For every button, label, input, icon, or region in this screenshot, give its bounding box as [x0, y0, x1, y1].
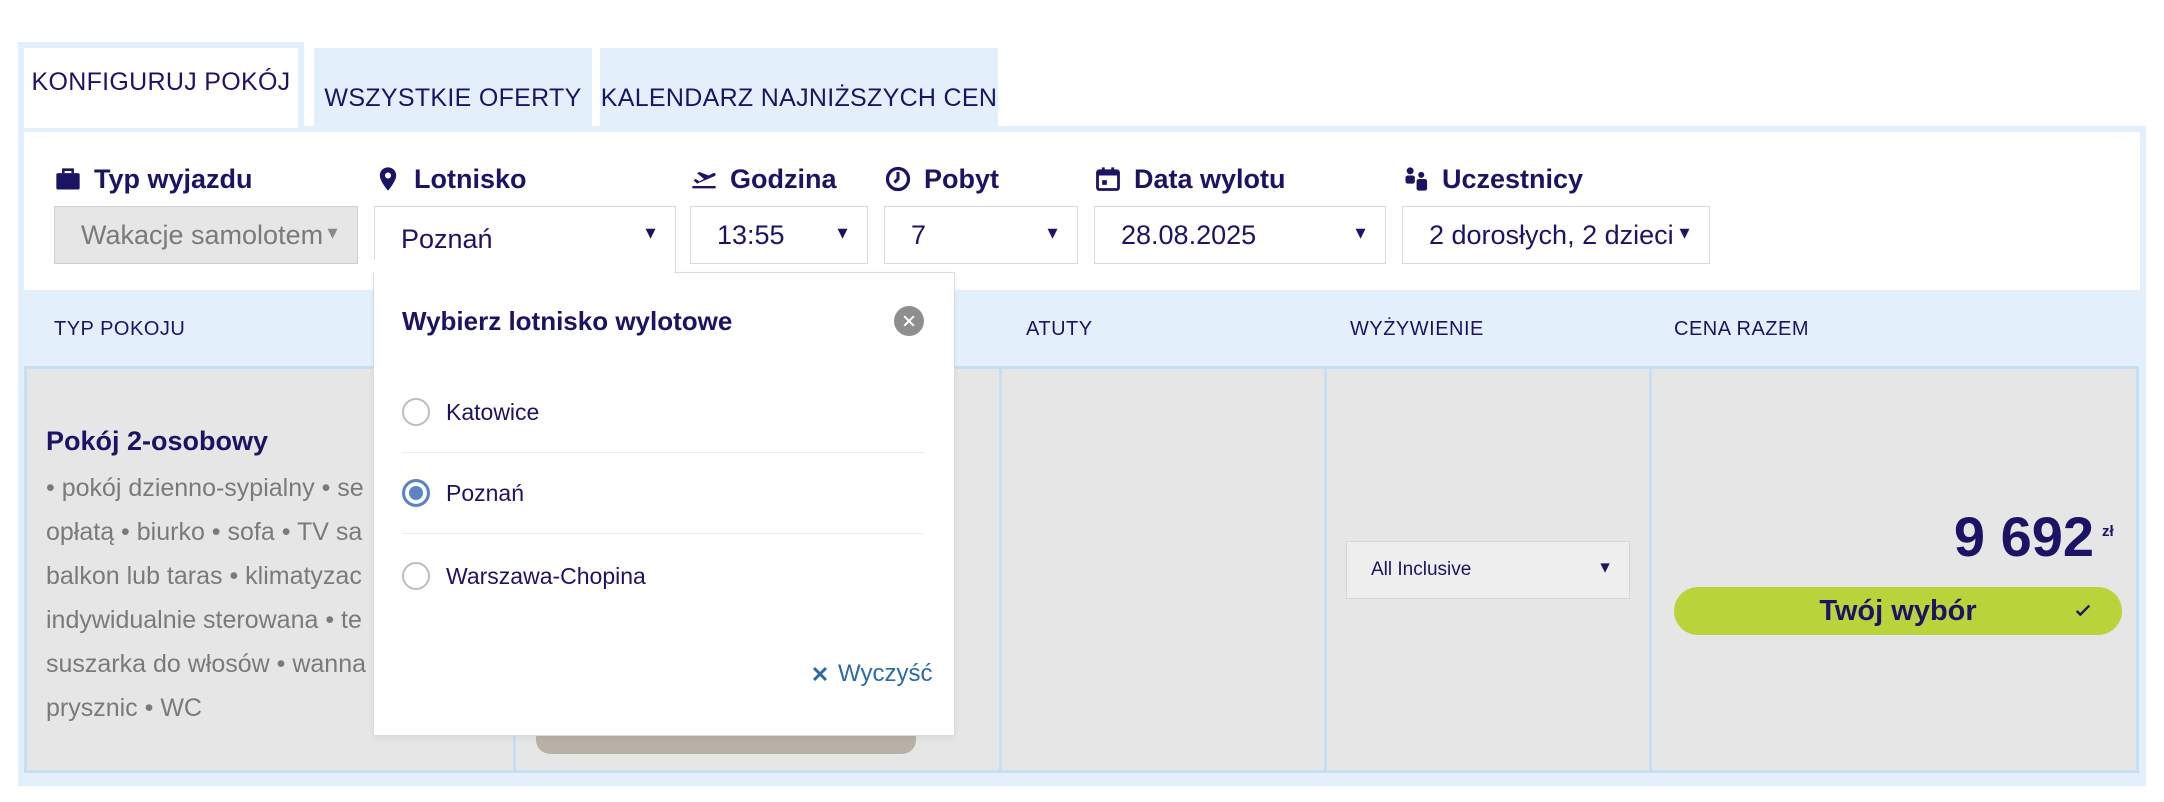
tab-label: KALENDARZ NAJNIŻSZYCH CEN [600, 83, 998, 112]
tab-label: KONFIGURUJ POKÓJ [31, 67, 291, 96]
tab-lowest-price-calendar[interactable]: KALENDARZ NAJNIŻSZYCH CEN [600, 48, 998, 134]
price-cell [1649, 366, 2139, 773]
date-select[interactable]: 28.08.2025 ▼ [1094, 206, 1386, 264]
tab-label: WSZYSTKIE OFERTY [324, 83, 582, 112]
close-icon[interactable] [894, 306, 924, 336]
airport-option-poznan[interactable]: Poznań [402, 473, 524, 513]
option-label: Katowice [446, 398, 540, 425]
select-value: Poznań [401, 224, 493, 254]
participants-label: Uczestnicy [1402, 160, 1583, 198]
chevron-down-icon: ▼ [642, 223, 659, 243]
plane-departure-icon [692, 172, 716, 189]
price-currency: zł [2102, 523, 2114, 540]
clear-label: Wyczyść [838, 660, 933, 687]
trip-type-label: Typ wyjazdu [54, 160, 253, 198]
clear-button[interactable]: Wyczyść [812, 660, 932, 688]
chevron-down-icon: ▼ [834, 223, 851, 243]
chevron-down-icon: ▼ [1044, 223, 1061, 243]
header-room-type: TYP POKOJU [54, 318, 186, 340]
airport-option-katowice[interactable]: Katowice [402, 392, 539, 432]
radio-button[interactable] [402, 562, 430, 590]
header-price: CENA RAZEM [1674, 318, 1810, 340]
tab-all-offers[interactable]: WSZYSTKIE OFERTY [314, 48, 592, 134]
select-value: 28.08.2025 [1121, 219, 1257, 250]
chevron-down-icon: ▼ [1676, 223, 1693, 243]
option-label: Warszawa-Chopina [446, 562, 646, 589]
price-total: 9 692 [1953, 505, 2094, 568]
your-choice-button[interactable]: Twój wybór [1674, 587, 2122, 635]
radio-button[interactable] [402, 398, 430, 426]
time-select[interactable]: 13:55 ▼ [690, 206, 868, 264]
airport-label: Lotnisko [374, 160, 527, 198]
clock-icon [885, 166, 911, 192]
board-select[interactable]: All Inclusive ▼ [1346, 541, 1630, 599]
airport-option-warszawa[interactable]: Warszawa-Chopina [402, 556, 646, 596]
room-title: Pokój 2-osobowy [46, 426, 269, 456]
trip-type-select: Wakacje samolotem ▼ [54, 206, 358, 264]
header-board: WYŻYWIENIE [1350, 318, 1484, 340]
option-label: Poznań [446, 479, 525, 506]
stay-select[interactable]: 7 ▼ [884, 206, 1078, 264]
select-value: Wakacje samolotem [81, 219, 324, 250]
dropdown-connector [374, 260, 674, 276]
tab-configure-room[interactable]: KONFIGURUJ POKÓJ [18, 42, 304, 128]
perks-cell [999, 366, 1327, 773]
divider [402, 452, 924, 453]
choice-label: Twój wybór [1819, 594, 1977, 627]
people-icon [1405, 167, 1428, 191]
divider [402, 533, 924, 534]
select-value: All Inclusive [1371, 559, 1472, 580]
time-label: Godzina [690, 160, 837, 198]
select-value: 2 dorosłych, 2 dzieci [1429, 219, 1674, 250]
close-icon [812, 666, 828, 682]
chevron-down-icon: ▼ [324, 223, 341, 243]
calendar-icon [1096, 167, 1120, 191]
dropdown-title: Wybierz lotnisko wylotowe [402, 306, 733, 336]
header-perks: ATUTY [1026, 318, 1093, 340]
chevron-down-icon: ▼ [1597, 559, 1613, 577]
chevron-down-icon: ▼ [1352, 223, 1369, 243]
select-value: 7 [911, 219, 927, 250]
check-icon [2075, 604, 2091, 617]
map-pin-icon [379, 167, 397, 191]
radio-button-checked[interactable] [402, 479, 430, 507]
date-label: Data wylotu [1094, 160, 1286, 198]
stay-label: Pobyt [884, 160, 999, 198]
briefcase-icon [56, 168, 80, 190]
select-value: 13:55 [717, 219, 785, 250]
participants-select[interactable]: 2 dorosłych, 2 dzieci ▼ [1402, 206, 1710, 264]
